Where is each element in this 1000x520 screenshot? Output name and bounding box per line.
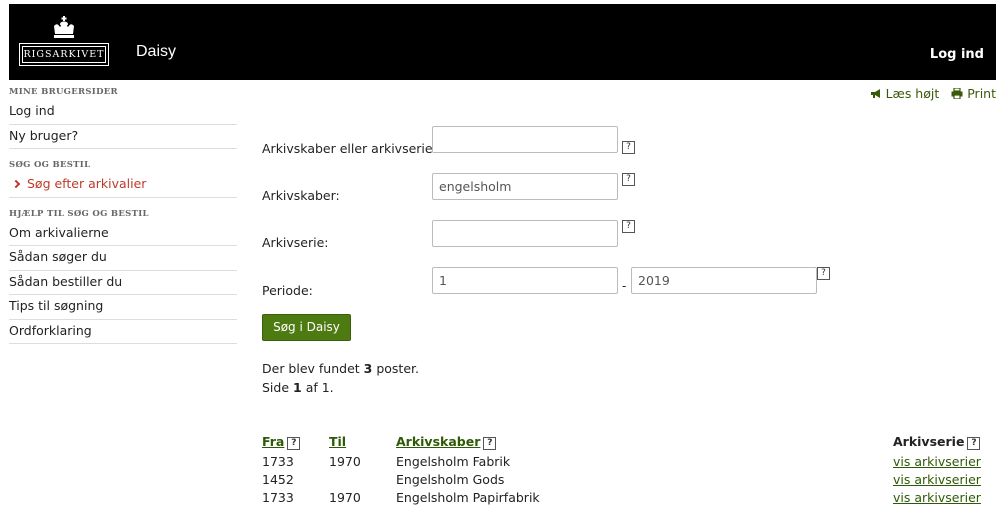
label-creator-or-series: Arkivskaber eller arkivserie:: [262, 141, 437, 156]
table-cell-to: 1970: [329, 490, 361, 505]
period-to-input[interactable]: 2019: [631, 267, 817, 294]
creator-or-series-input[interactable]: [432, 126, 618, 153]
column-header-creator[interactable]: Arkivskaber?: [396, 434, 497, 450]
column-header-series: Arkivserie?: [893, 434, 981, 450]
help-icon[interactable]: ?: [622, 220, 635, 233]
site-header: RIGSARKIVET Daisy Log ind: [9, 4, 996, 80]
show-series-link[interactable]: vis arkivserier: [893, 490, 981, 505]
table-cell-from: 1733: [262, 454, 294, 469]
app-title: Daisy: [136, 43, 177, 60]
help-icon[interactable]: ?: [622, 141, 635, 154]
sidebar-item-search-records[interactable]: Søg efter arkivalier: [9, 173, 237, 198]
sidebar-heading-help: HJÆLP TIL SØG OG BESTIL: [9, 208, 149, 219]
table-cell-to: 1970: [329, 454, 361, 469]
show-series-link[interactable]: vis arkivserier: [893, 472, 981, 487]
period-separator: -: [622, 279, 627, 293]
print-button[interactable]: Print: [951, 86, 996, 101]
sidebar-item-new-user[interactable]: Ny bruger?: [9, 125, 237, 149]
sidebar-item-search-tips[interactable]: Tips til søgning: [9, 295, 237, 320]
header-login-link[interactable]: Log ind: [930, 47, 984, 62]
table-cell-creator: Engelsholm Papirfabrik: [396, 490, 540, 505]
help-icon[interactable]: ?: [817, 267, 830, 280]
results-count: Der blev fundet 3 poster.: [262, 361, 419, 376]
column-header-from[interactable]: Fra?: [262, 434, 301, 450]
table-cell-creator: Engelsholm Fabrik: [396, 454, 511, 469]
table-cell-creator: Engelsholm Gods: [396, 472, 505, 487]
show-series-link[interactable]: vis arkivserier: [893, 454, 981, 469]
chevron-right-icon: [11, 179, 21, 189]
label-series: Arkivserie:: [262, 235, 329, 250]
megaphone-icon: [870, 89, 880, 98]
printer-icon: [951, 88, 963, 99]
sidebar-heading-search-order: SØG OG BESTIL: [9, 160, 91, 170]
sidebar-item-login[interactable]: Log ind: [9, 100, 237, 125]
series-input[interactable]: [432, 220, 618, 247]
table-cell-from: 1452: [262, 472, 294, 487]
logo-text: RIGSARKIVET: [22, 46, 106, 63]
label-creator: Arkivskaber:: [262, 188, 340, 203]
period-from-input[interactable]: 1: [432, 267, 618, 294]
rigsarkivet-logo[interactable]: RIGSARKIVET: [19, 16, 109, 66]
sidebar-item-how-to-order[interactable]: Sådan bestiller du: [9, 271, 237, 295]
sidebar: MINE BRUGERSIDER Log ind Ny bruger? SØG …: [9, 82, 237, 344]
sidebar-item-how-to-search[interactable]: Sådan søger du: [9, 246, 237, 271]
search-daisy-button[interactable]: Søg i Daisy: [262, 314, 351, 341]
sidebar-item-glossary[interactable]: Ordforklaring: [9, 320, 237, 344]
sidebar-item-about-records[interactable]: Om arkivalierne: [9, 222, 237, 246]
help-icon[interactable]: ?: [483, 437, 497, 450]
sidebar-heading-my-pages: MINE BRUGERSIDER: [9, 87, 118, 97]
table-cell-from: 1733: [262, 490, 294, 505]
creator-input[interactable]: engelsholm: [432, 173, 618, 200]
help-icon[interactable]: ?: [622, 173, 635, 186]
column-header-to[interactable]: Til: [329, 434, 346, 449]
help-icon[interactable]: ?: [967, 437, 981, 450]
results-page: Side 1 af 1.: [262, 380, 334, 395]
crown-icon: [54, 16, 74, 38]
read-aloud-button[interactable]: Læs højt: [870, 86, 944, 101]
help-icon[interactable]: ?: [287, 437, 301, 450]
sidebar-item-label: Søg efter arkivalier: [27, 176, 147, 191]
label-period: Periode:: [262, 283, 313, 298]
page-tools: Læs højt Print: [862, 86, 996, 101]
